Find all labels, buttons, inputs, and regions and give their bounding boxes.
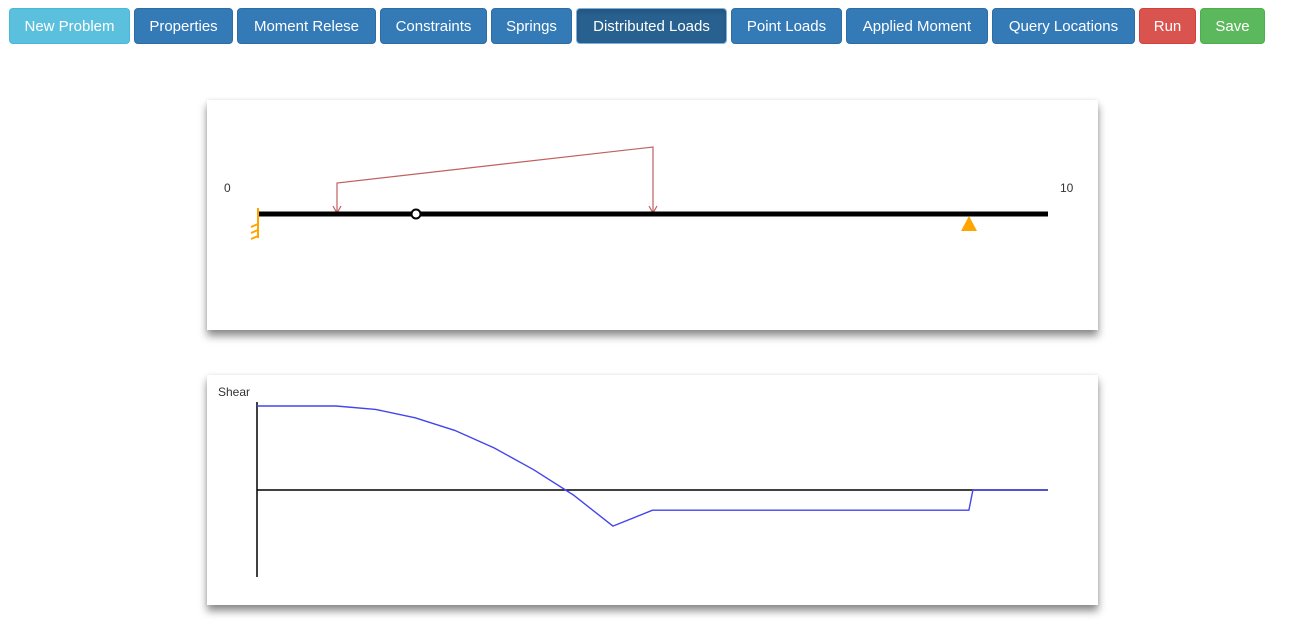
toolbar: New Problem Properties Moment Relese Con… — [0, 0, 1308, 50]
save-button[interactable]: Save — [1200, 8, 1265, 44]
fixed-support-icon[interactable] — [250, 208, 259, 240]
properties-button[interactable]: Properties — [134, 8, 233, 44]
constraints-button[interactable]: Constraints — [380, 8, 487, 44]
beam-diagram-panel: 0 10 — [207, 100, 1098, 330]
shear-diagram-panel: Shear — [207, 375, 1098, 605]
distributed-load[interactable] — [332, 146, 658, 215]
query-locations-button[interactable]: Query Locations — [992, 8, 1135, 44]
distributed-loads-button[interactable]: Distributed Loads — [576, 8, 727, 44]
shear-title: Shear — [218, 385, 250, 399]
run-button[interactable]: Run — [1139, 8, 1196, 44]
beam-diagram: 0 10 — [224, 146, 1074, 240]
moment-release-button[interactable]: Moment Relese — [237, 8, 376, 44]
beam-end-label: 10 — [1060, 181, 1074, 195]
distributed-load-outline — [336, 146, 654, 213]
springs-button[interactable]: Springs — [491, 8, 572, 44]
point-loads-button[interactable]: Point Loads — [731, 8, 842, 44]
new-problem-button[interactable]: New Problem — [9, 8, 130, 44]
applied-moment-button[interactable]: Applied Moment — [846, 8, 988, 44]
shear-curve — [257, 405, 1048, 527]
beam-start-label: 0 — [224, 181, 231, 195]
moment-release-icon[interactable] — [410, 208, 422, 220]
shear-chart: Shear — [218, 385, 1048, 577]
roller-support-icon[interactable] — [961, 216, 977, 231]
